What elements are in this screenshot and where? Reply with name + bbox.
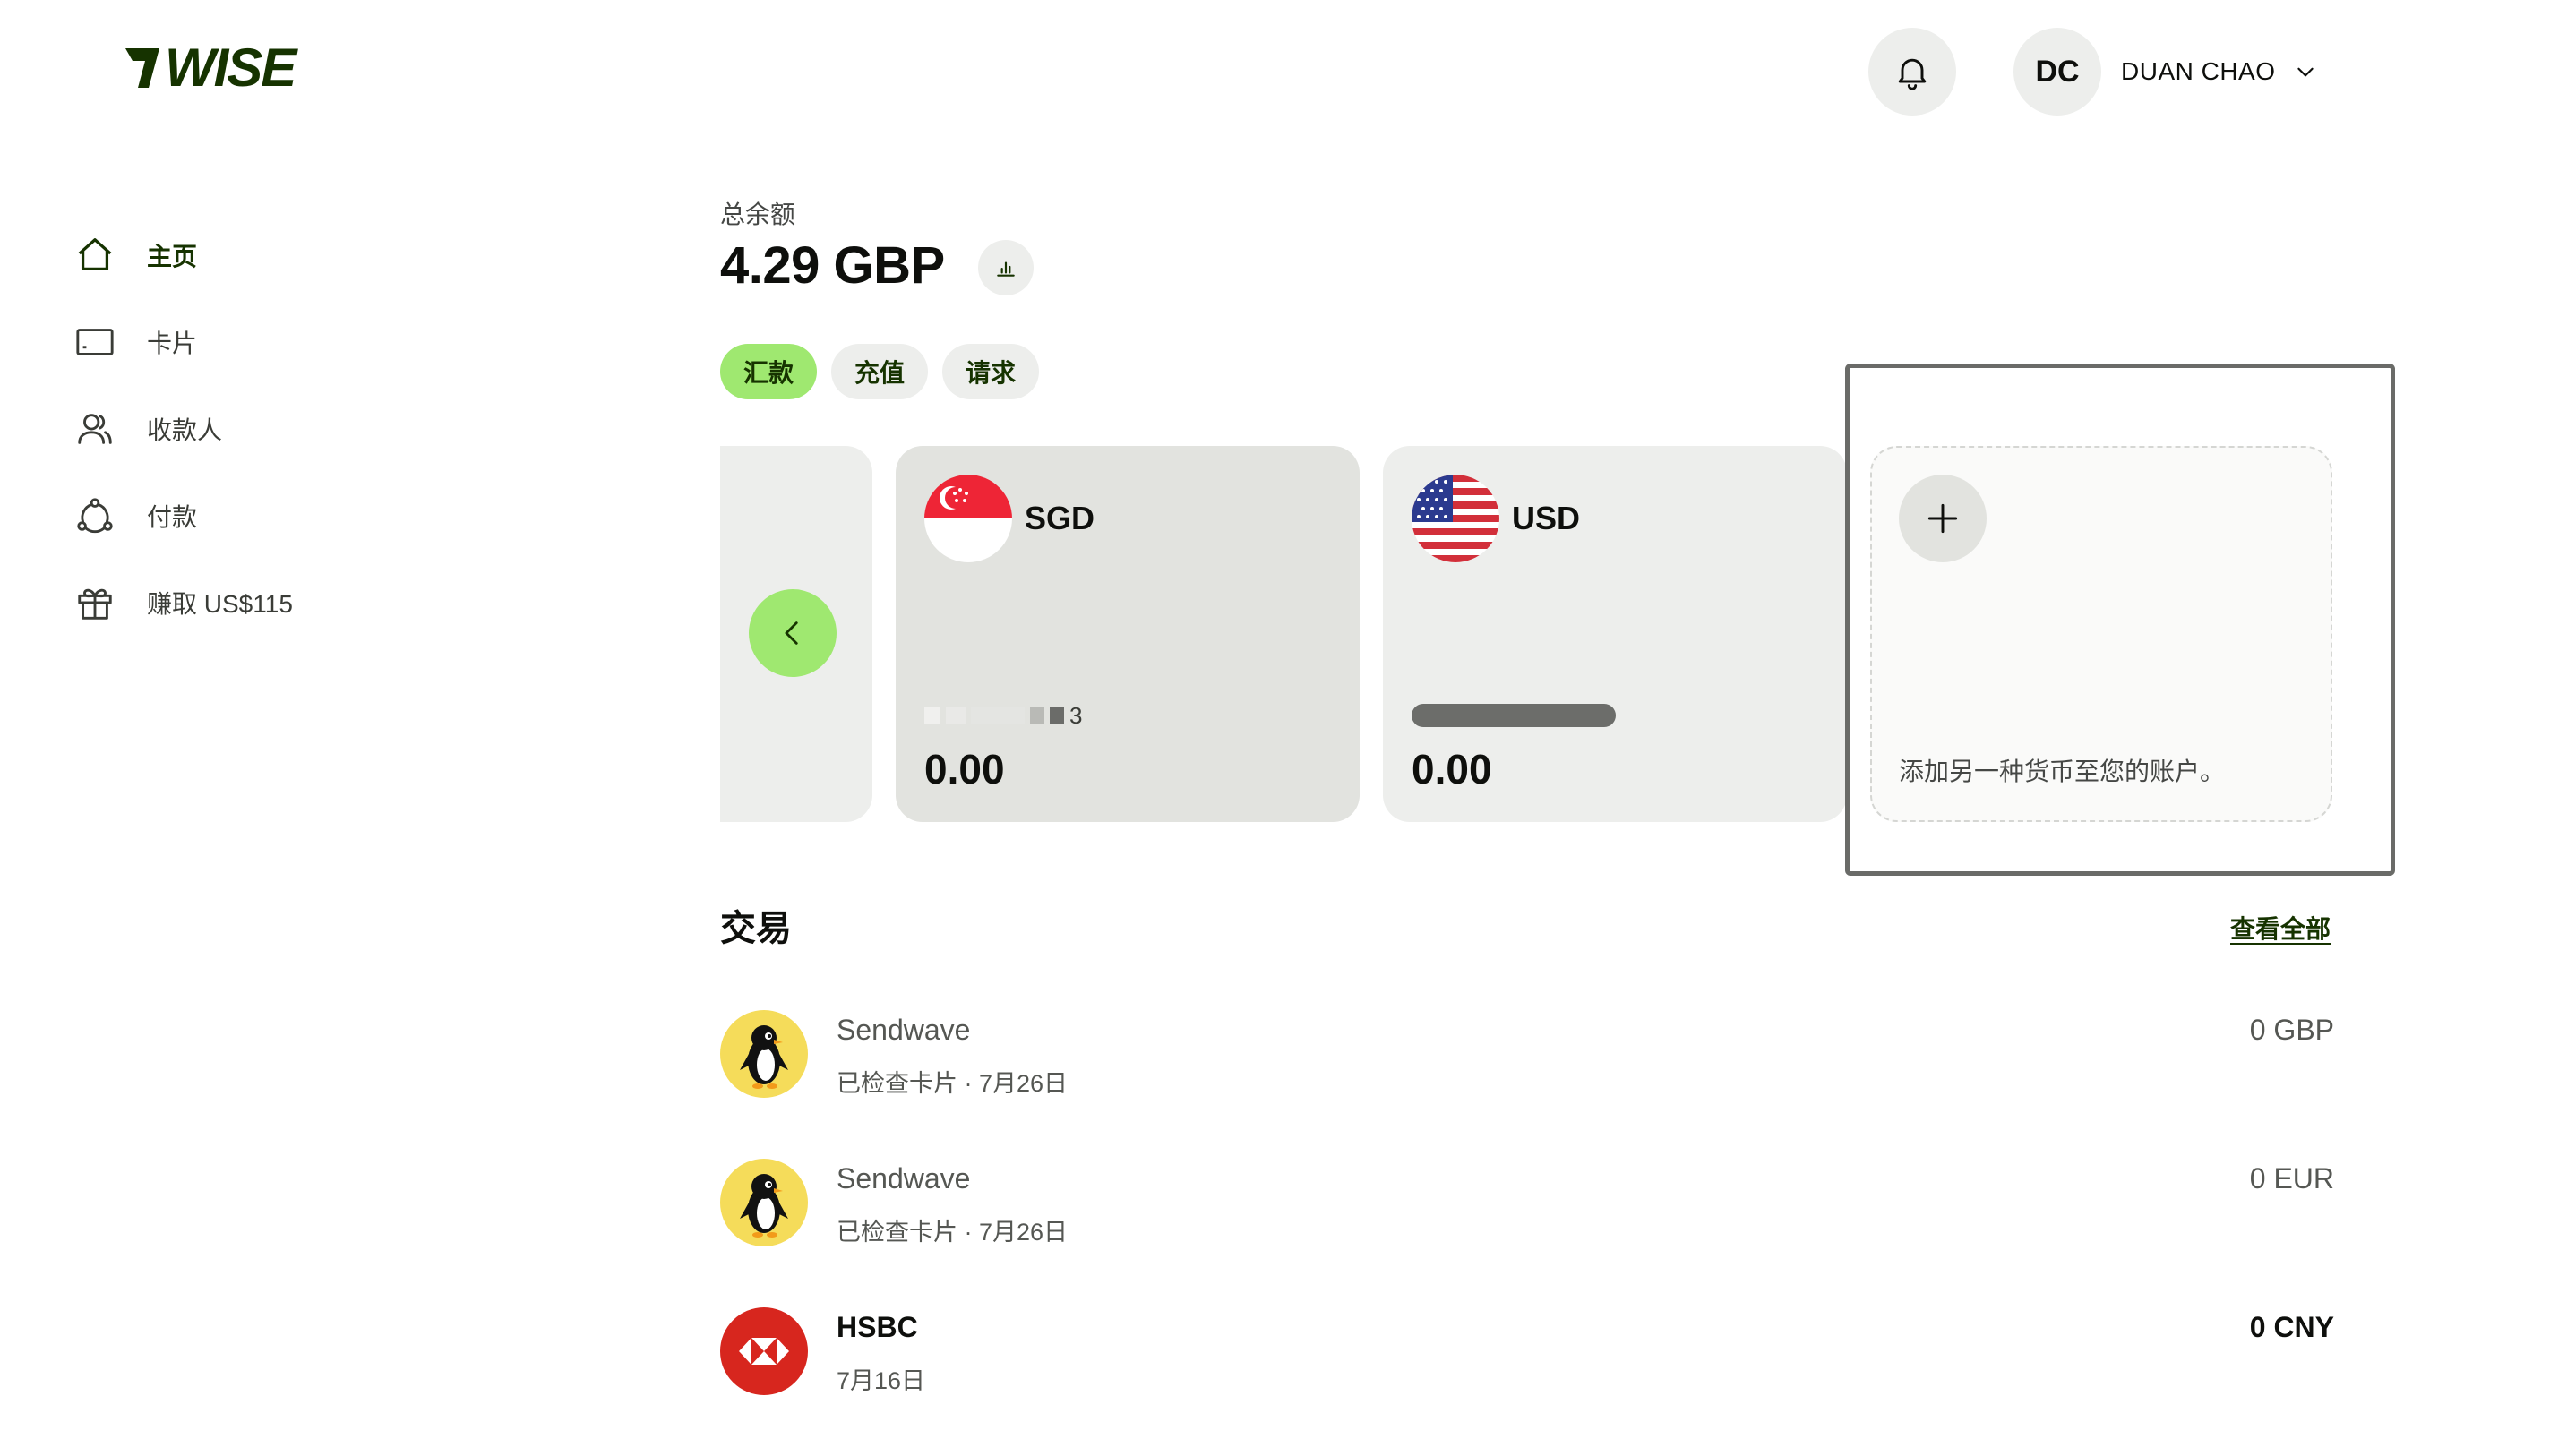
sidebar-item-recipients[interactable]: 收款人 <box>72 385 537 472</box>
logo-text: WISE <box>165 38 298 91</box>
us-flag-icon <box>1412 475 1499 562</box>
account-number-masked <box>1412 702 1616 729</box>
sidebar-item-label: 赚取 US$115 <box>147 589 293 618</box>
user-name: DUAN CHAO <box>2121 57 2276 85</box>
home-icon <box>72 232 118 278</box>
transaction-list: Sendwave 已检查卡片 · 7月26日 0 GBP Sendwave 已检… <box>720 1010 2334 1456</box>
add-money-button[interactable]: 充值 <box>831 344 929 399</box>
transaction-amount: 0 GBP <box>2249 1014 2334 1046</box>
bell-icon <box>1898 58 1927 90</box>
transaction-name: Sendwave <box>837 1014 971 1046</box>
avatar: DC <box>2013 28 2101 116</box>
sidebar-item-label: 主页 <box>147 242 198 270</box>
sendwave-penguin-icon <box>720 1159 808 1246</box>
currency-balance: 0.00 <box>924 746 1005 792</box>
action-buttons: 汇款 充值 请求 <box>720 344 1040 399</box>
send-button[interactable]: 汇款 <box>720 344 818 399</box>
singapore-flag-icon <box>924 475 1012 562</box>
bar-chart-icon <box>997 261 1015 277</box>
add-currency-text: 添加另一种货币至您的账户。 <box>1899 758 2226 785</box>
account-number-suffix: 3 <box>1069 701 1083 729</box>
card-icon <box>72 319 118 365</box>
account-number-masked: 3 <box>924 702 1082 729</box>
sidebar-item-earn[interactable]: 赚取 US$115 <box>72 559 537 646</box>
sidebar-item-cards[interactable]: 卡片 <box>72 298 537 385</box>
transaction-name: Sendwave <box>837 1162 971 1195</box>
carousel-prev-button[interactable] <box>749 589 837 677</box>
transaction-row[interactable]: Sendwave 已检查卡片 · 7月26日 0 EUR <box>720 1159 2334 1307</box>
sidebar: 主页 卡片 收款人 付款 赚取 US$115 <box>72 211 537 646</box>
currency-card-usd[interactable]: USD 0.00 <box>1383 446 1847 822</box>
plus-icon[interactable] <box>1899 475 1987 562</box>
gift-icon <box>72 579 118 626</box>
balance-chart-button[interactable] <box>978 240 1034 295</box>
currency-code: SGD <box>1025 500 1095 536</box>
sendwave-penguin-icon <box>720 1010 808 1098</box>
transaction-name: HSBC <box>837 1311 918 1343</box>
transaction-subtitle: 7月16日 <box>837 1367 926 1394</box>
transactions-title: 交易 <box>720 909 792 948</box>
transaction-subtitle: 已检查卡片 · 7月26日 <box>837 1219 1069 1246</box>
currency-balance: 0.00 <box>1412 746 1492 792</box>
view-all-link[interactable]: 查看全部 <box>2230 910 2331 946</box>
add-currency-card[interactable]: 添加另一种货币至您的账户。 <box>1870 446 2332 822</box>
transaction-row[interactable]: Sendwave 已检查卡片 · 7月26日 0 GBP <box>720 1010 2334 1159</box>
notifications-button[interactable] <box>1868 28 1956 116</box>
currency-card-sgd[interactable]: SGD 3 0.00 <box>896 446 1360 822</box>
chevron-down-icon <box>2294 60 2317 83</box>
transaction-subtitle: 已检查卡片 · 7月26日 <box>837 1070 1069 1097</box>
hsbc-logo-icon <box>720 1307 808 1395</box>
request-button[interactable]: 请求 <box>942 344 1040 399</box>
sidebar-item-home[interactable]: 主页 <box>72 211 537 298</box>
sidebar-item-label: 付款 <box>147 502 198 531</box>
transaction-amount: 0 CNY <box>2249 1311 2334 1343</box>
sidebar-item-payments[interactable]: 付款 <box>72 472 537 559</box>
total-balance: 4.29 GBP <box>720 236 945 295</box>
sidebar-item-label: 卡片 <box>147 329 198 357</box>
payments-icon <box>72 492 118 539</box>
sidebar-item-label: 收款人 <box>147 415 223 444</box>
user-menu[interactable]: DC DUAN CHAO <box>2013 28 2317 116</box>
recipients-icon <box>72 406 118 452</box>
wise-logo-icon: WISE <box>125 38 300 91</box>
chevron-left-icon <box>785 621 798 645</box>
currency-code: USD <box>1512 500 1581 536</box>
wise-logo[interactable]: WISE <box>124 38 315 91</box>
balance-caption: 总余额 <box>720 201 796 228</box>
transaction-amount: 0 EUR <box>2249 1162 2334 1195</box>
transaction-row[interactable]: HSBC 7月16日 0 CNY <box>720 1307 2334 1456</box>
